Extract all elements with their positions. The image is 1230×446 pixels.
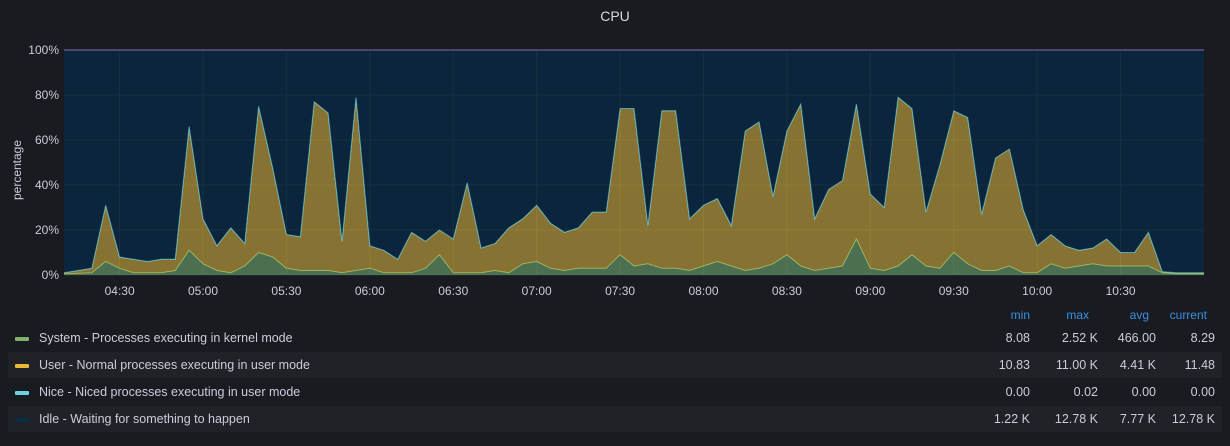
y-tick-label: 20%	[35, 223, 59, 237]
legend-current-value: 12.78 K	[1171, 412, 1215, 426]
legend-swatch-icon	[15, 337, 29, 341]
legend-header-current[interactable]: current	[1160, 308, 1207, 322]
legend-min-value: 1.22 K	[993, 412, 1030, 426]
y-tick-label: 40%	[35, 178, 59, 192]
x-tick-label: 10:00	[1022, 284, 1052, 298]
legend-header-avg[interactable]: avg	[1105, 308, 1149, 322]
legend-min-value: 0.00	[1005, 385, 1030, 399]
legend-row-nice[interactable]: Nice - Niced processes executing in user…	[8, 379, 1222, 405]
legend-max-value: 12.78 K	[1054, 412, 1098, 426]
legend-current-value: 11.48	[1184, 358, 1215, 372]
legend-header-min[interactable]: min	[990, 308, 1030, 322]
legend-min-value: 10.83	[998, 358, 1030, 372]
legend-series-name[interactable]: Nice - Niced processes executing in user…	[39, 385, 300, 399]
legend-swatch-icon	[15, 364, 29, 368]
y-tick-label: 60%	[35, 133, 59, 147]
x-tick-label: 06:30	[438, 284, 468, 298]
series-areas	[63, 49, 1204, 275]
legend-avg-value: 466.00	[1117, 331, 1156, 345]
x-tick-label: 06:00	[355, 284, 385, 298]
legend-header-max[interactable]: max	[1045, 308, 1089, 322]
legend-avg-value: 7.77 K	[1119, 412, 1156, 426]
x-tick-label: 08:30	[772, 284, 802, 298]
legend-max-value: 2.52 K	[1061, 331, 1098, 345]
legend-current-value: 8.29	[1190, 331, 1215, 345]
legend-max-value: 11.00 K	[1055, 358, 1098, 372]
legend-row-system[interactable]: System - Processes executing in kernel m…	[8, 325, 1222, 351]
x-tick-label: 10:30	[1106, 284, 1136, 298]
x-tick-label: 04:30	[105, 284, 135, 298]
y-tick-label: 80%	[35, 88, 59, 102]
legend-series-name[interactable]: System - Processes executing in kernel m…	[39, 331, 293, 345]
y-tick-label: 100%	[28, 43, 59, 57]
legend-swatch-icon	[15, 418, 29, 422]
y-tick-label: 0%	[42, 268, 60, 282]
legend-current-value: 0.00	[1190, 385, 1215, 399]
x-tick-label: 05:30	[271, 284, 301, 298]
x-tick-label: 07:30	[605, 284, 635, 298]
legend-avg-value: 0.00	[1131, 385, 1156, 399]
legend-series-name[interactable]: User - Normal processes executing in use…	[39, 358, 310, 372]
legend-avg-value: 4.41 K	[1119, 358, 1156, 372]
x-tick-label: 09:30	[939, 284, 969, 298]
legend-row-idle[interactable]: Idle - Waiting for something to happen 1…	[8, 406, 1222, 432]
legend-row-user[interactable]: User - Normal processes executing in use…	[8, 352, 1222, 378]
x-tick-label: 08:00	[688, 284, 718, 298]
x-tick-label: 09:00	[855, 284, 885, 298]
x-tick-label: 07:00	[522, 284, 552, 298]
legend-swatch-icon	[15, 391, 29, 395]
cpu-chart[interactable]: 0% 20% 40% 60% 80% 100% 04:30 05:00 05:30 06:00 06…	[0, 0, 1230, 300]
legend-max-value: 0.02	[1073, 385, 1098, 399]
x-tick-label: 05:00	[188, 284, 218, 298]
legend-min-value: 8.08	[1005, 331, 1030, 345]
cpu-panel: CPU percentage 0% 20% 40% 60% 80% 100% 04:30 05…	[0, 0, 1230, 446]
legend-series-name[interactable]: Idle - Waiting for something to happen	[39, 412, 250, 426]
